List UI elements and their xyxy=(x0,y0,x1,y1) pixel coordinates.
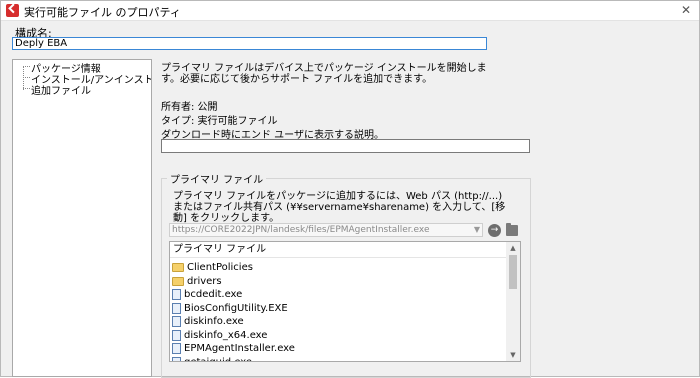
list-item[interactable]: getaiguid.exe xyxy=(172,356,253,362)
list-item-label: diskinfo_x64.exe xyxy=(184,329,268,341)
chevron-down-icon[interactable]: ▼ xyxy=(474,224,480,236)
category-tree: パッケージ情報 インストール/アンインストール オプション 追加ファイル xyxy=(12,59,152,377)
tree-connector xyxy=(23,77,30,78)
close-icon[interactable]: ✕ xyxy=(679,3,693,17)
list-column-header[interactable]: プライマリ ファイル xyxy=(170,242,520,258)
go-arrow-icon[interactable]: → xyxy=(488,224,501,237)
window-title: 実行可能ファイル のプロパティ xyxy=(24,6,181,19)
download-description-input[interactable] xyxy=(161,139,530,153)
folder-icon xyxy=(172,276,184,286)
vertical-scrollbar[interactable]: ▲ ▼ xyxy=(506,242,520,361)
folder-icon[interactable] xyxy=(506,223,518,236)
list-item[interactable]: BiosConfigUtility.EXE xyxy=(172,302,288,315)
file-icon xyxy=(172,343,181,354)
list-item[interactable]: EPMAgentInstaller.exe xyxy=(172,342,295,355)
scroll-up-icon[interactable]: ▲ xyxy=(506,243,520,253)
list-item[interactable]: diskinfo.exe xyxy=(172,315,244,328)
file-icon xyxy=(172,289,181,300)
list-item-label: BiosConfigUtility.EXE xyxy=(184,302,288,314)
properties-window: 実行可能ファイル のプロパティ ✕ 構成名: Deply EBA パッケージ情報… xyxy=(0,0,700,378)
owner-text: 所有者: 公開 xyxy=(161,102,218,113)
tree-connector xyxy=(23,66,30,67)
list-item[interactable]: diskinfo_x64.exe xyxy=(172,329,267,342)
list-item[interactable]: drivers xyxy=(172,275,222,288)
list-item-label: ClientPolicies xyxy=(187,262,253,273)
primary-file-description: プライマリ ファイルはデバイス上でパッケージ インストールを開始します。必要に応… xyxy=(161,63,487,85)
file-path-value: https://CORE2022JPN/landesk/files/EPMAge… xyxy=(172,225,430,235)
scroll-down-icon[interactable]: ▼ xyxy=(506,350,520,360)
app-icon xyxy=(6,4,19,17)
type-text: タイプ: 実行可能ファイル xyxy=(161,116,278,127)
list-item[interactable]: ClientPolicies xyxy=(172,261,253,274)
tree-connector xyxy=(23,66,24,90)
file-icon xyxy=(172,316,181,327)
list-item-label: EPMAgentInstaller.exe xyxy=(184,343,295,354)
primary-file-group-title: プライマリ ファイル xyxy=(167,171,267,186)
primary-file-instructions: プライマリ ファイルをパッケージに追加するには、Web パス (http://.… xyxy=(173,191,506,224)
list-item-label: bcdedit.exe xyxy=(184,289,243,300)
tree-connector xyxy=(23,88,30,89)
list-item-label: diskinfo.exe xyxy=(184,316,244,327)
scroll-thumb[interactable] xyxy=(509,255,517,289)
list-item[interactable]: bcdedit.exe xyxy=(172,288,242,301)
config-name-input[interactable]: Deply EBA xyxy=(12,37,487,50)
title-bar: 実行可能ファイル のプロパティ ✕ xyxy=(1,1,699,21)
list-item-label: drivers xyxy=(187,275,222,287)
list-item-label: getaiguid.exe xyxy=(184,356,253,362)
tree-item-additional-files[interactable]: 追加ファイル xyxy=(31,82,91,97)
file-icon xyxy=(172,329,181,341)
folder-icon xyxy=(172,263,184,272)
file-icon xyxy=(172,356,181,361)
file-path-combobox[interactable]: https://CORE2022JPN/landesk/files/EPMAge… xyxy=(169,223,483,237)
file-icon xyxy=(172,302,181,314)
file-list[interactable]: プライマリ ファイル ClientPolicies drivers bcdedit.… xyxy=(169,241,521,362)
